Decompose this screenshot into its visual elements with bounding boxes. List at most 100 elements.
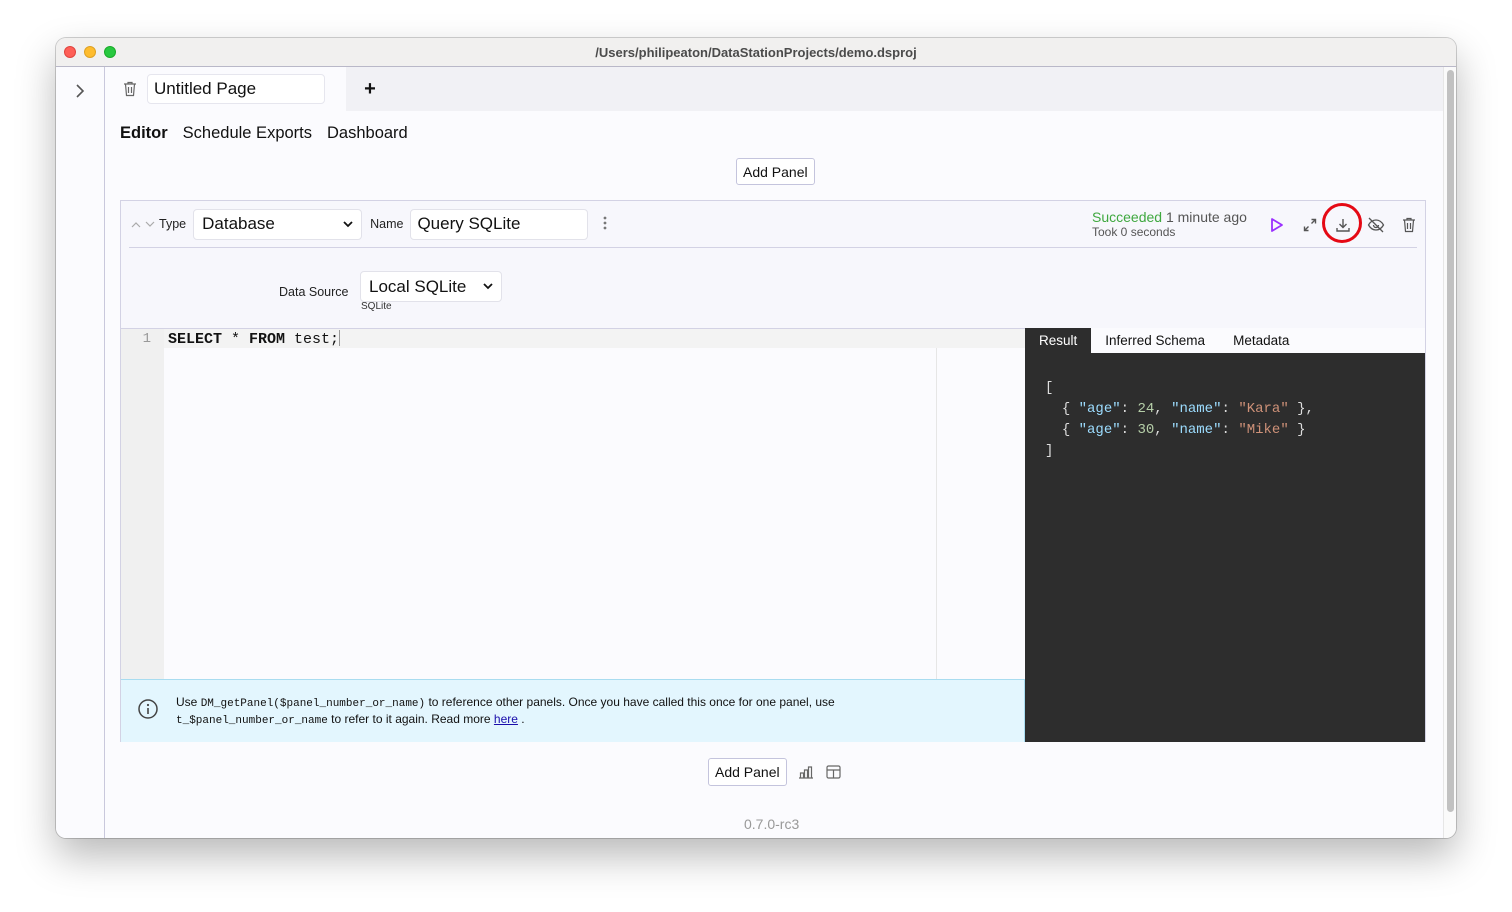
age-value: 24 xyxy=(1137,401,1155,417)
sql-rest: test; xyxy=(285,331,340,348)
close-window-button[interactable] xyxy=(64,46,76,58)
delete-page-button[interactable] xyxy=(121,80,139,98)
page-tab-bar: + xyxy=(105,67,1443,111)
chevron-right-icon xyxy=(76,84,85,98)
data-source-value: Local SQLite xyxy=(369,276,467,296)
tab-metadata[interactable]: Metadata xyxy=(1219,328,1303,353)
info-icon xyxy=(138,699,158,719)
status-time: 1 minute ago xyxy=(1165,209,1247,225)
more-vertical-icon xyxy=(604,216,607,229)
window-controls xyxy=(64,46,116,58)
fullscreen-button[interactable] xyxy=(1299,214,1321,236)
json-bracket: ] xyxy=(1045,443,1054,459)
sql-star: * xyxy=(222,331,250,348)
panel-name-input[interactable] xyxy=(410,208,589,240)
chevron-up-icon xyxy=(131,221,141,227)
result-row: { "age": 30, "name": "Mike" } xyxy=(1061,422,1306,438)
code-line: SELECT * FROM test; xyxy=(168,330,341,348)
data-source-label: Data Source xyxy=(279,285,349,299)
mode-tabs: Editor Schedule Exports Dashboard xyxy=(120,124,408,143)
print-margin xyxy=(936,348,937,679)
hint-code: DM_getPanel($panel_number_or_name) xyxy=(200,698,426,710)
chevron-down-icon xyxy=(343,220,353,227)
chevron-down-icon xyxy=(483,283,493,290)
editor-gutter: 1 xyxy=(121,329,164,679)
result-tabs: Result Inferred Schema Metadata xyxy=(1025,328,1425,353)
text-caret xyxy=(339,330,341,346)
bottom-toolbar: Add Panel xyxy=(708,758,843,786)
trash-icon xyxy=(1403,217,1415,233)
panel-hint-banner: Use DM_getPanel($panel_number_or_name) t… xyxy=(121,679,1025,742)
sidebar xyxy=(56,67,105,838)
add-table-panel-button[interactable] xyxy=(825,763,843,781)
tab-dashboard[interactable]: Dashboard xyxy=(327,124,408,143)
scrollbar-thumb[interactable] xyxy=(1447,70,1454,812)
code-editor[interactable]: 1 SELECT * FROM test; xyxy=(121,328,1025,679)
move-up-button[interactable] xyxy=(131,221,141,228)
minimize-window-button[interactable] xyxy=(84,46,96,58)
age-value: 30 xyxy=(1137,422,1155,438)
maximize-window-button[interactable] xyxy=(104,46,116,58)
delete-panel-button[interactable] xyxy=(1398,214,1420,236)
expand-icon xyxy=(1303,218,1317,232)
table-icon xyxy=(826,765,841,779)
json-close: }, xyxy=(1288,401,1314,417)
add-chart-panel-button[interactable] xyxy=(797,763,815,781)
sql-keyword: FROM xyxy=(249,331,286,348)
data-source-type: SQLite xyxy=(361,301,392,312)
hint-text-part: . xyxy=(517,712,525,726)
type-label: Type xyxy=(159,217,187,231)
play-icon xyxy=(1271,218,1283,232)
status-state: Succeeded xyxy=(1092,209,1163,225)
run-button[interactable] xyxy=(1266,214,1288,236)
download-button[interactable] xyxy=(1332,214,1354,236)
download-icon xyxy=(1336,219,1350,232)
trash-icon xyxy=(124,81,136,97)
eye-off-icon xyxy=(1367,217,1385,233)
app-window: /Users/philipeaton/DataStationProjects/d… xyxy=(56,38,1456,838)
chevron-down-icon xyxy=(145,221,155,227)
panel-reorder xyxy=(131,221,155,228)
bar-chart-icon xyxy=(798,766,813,779)
add-panel-button-bottom[interactable]: Add Panel xyxy=(708,758,787,786)
hint-text: Use DM_getPanel($panel_number_or_name) t… xyxy=(176,695,835,729)
panel-type-select[interactable]: Database xyxy=(193,208,363,240)
tab-inferred-schema[interactable]: Inferred Schema xyxy=(1091,328,1219,353)
json-close: } xyxy=(1288,422,1306,438)
add-page-button[interactable]: + xyxy=(359,78,381,100)
results-pane: Result Inferred Schema Metadata [ { "age… xyxy=(1025,328,1425,742)
panel-type-value: Database xyxy=(202,214,275,233)
line-number: 1 xyxy=(142,331,151,347)
sidebar-toggle-button[interactable] xyxy=(70,81,90,101)
tab-result[interactable]: Result xyxy=(1025,328,1092,353)
move-down-button[interactable] xyxy=(145,221,155,228)
hint-text-part: to reference other panels. Once you have… xyxy=(425,695,835,709)
result-row: { "age": 24, "name": "Kara" }, xyxy=(1061,401,1314,417)
tab-editor[interactable]: Editor xyxy=(120,124,168,143)
name-value: "Mike" xyxy=(1238,422,1289,438)
hide-results-button[interactable] xyxy=(1365,214,1387,236)
vertical-scrollbar[interactable] xyxy=(1443,67,1456,838)
status-duration: Took 0 seconds xyxy=(1092,225,1176,239)
tab-schedule-exports[interactable]: Schedule Exports xyxy=(183,124,312,143)
add-panel-button-top[interactable]: Add Panel xyxy=(736,158,815,185)
app-version: 0.7.0-rc3 xyxy=(744,816,800,832)
name-value: "Kara" xyxy=(1238,401,1289,417)
main-area: + Editor Schedule Exports Dashboard Add … xyxy=(105,67,1443,838)
sql-keyword: SELECT xyxy=(168,331,223,348)
page-name-input[interactable] xyxy=(147,74,325,104)
read-more-link[interactable]: here xyxy=(494,712,518,726)
data-source-select[interactable]: Local SQLite xyxy=(360,271,502,302)
hint-text-part: to refer to it again. Read more xyxy=(327,712,494,726)
title-bar: /Users/philipeaton/DataStationProjects/d… xyxy=(56,38,1456,67)
page-tab xyxy=(105,67,346,111)
hint-text-part: Use xyxy=(176,695,201,709)
data-source-row: Data Source Local SQLite SQLite xyxy=(121,271,1425,312)
hint-code: t_$panel_number_or_name xyxy=(176,715,328,727)
result-json: [ { "age": 24, "name": "Kara" }, { "age"… xyxy=(1045,378,1314,462)
panel-menu-button[interactable] xyxy=(600,214,610,235)
name-label: Name xyxy=(370,217,404,231)
run-status: Succeeded 1 minute ago Took 0 seconds xyxy=(1092,210,1247,240)
query-panel: Type Database Name Succeeded 1 minute ag… xyxy=(120,200,1426,742)
window-title: /Users/philipeaton/DataStationProjects/d… xyxy=(595,44,917,60)
